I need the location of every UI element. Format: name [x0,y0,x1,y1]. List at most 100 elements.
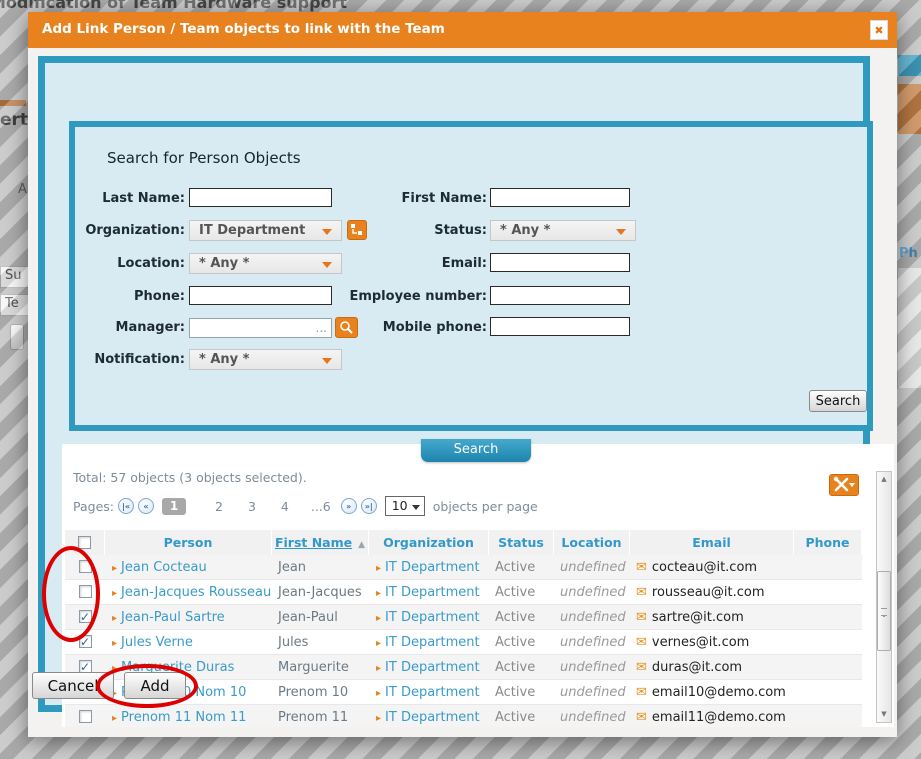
email-cell: email11@demo.com [652,710,786,725]
location-select[interactable]: * Any * [189,253,342,274]
email-cell: sartre@it.com [652,610,744,625]
column-header-phone[interactable]: Phone [794,530,862,555]
add-button[interactable]: Add [124,672,186,699]
organization-link[interactable]: IT Department [385,660,480,675]
organization-select[interactable]: IT Department [189,220,342,241]
dialog-content-panel: Search for Person Objects Last Name: Fir… [38,56,870,712]
search-tab[interactable]: Search [421,439,531,462]
email-cell: vernes@it.com [652,635,749,650]
checkmark-icon: ✓ [80,636,91,648]
phone-cell [794,705,862,727]
next-page-button[interactable]: » [341,498,357,514]
organization-link[interactable]: IT Department [385,610,480,625]
scrollbar-thumb[interactable] [877,571,891,651]
dialog-title: Add Link Person / Team objects to link w… [42,21,445,37]
background-field-fragment-te: Te [0,294,30,316]
email-input[interactable] [490,253,630,272]
email-cell: duras@it.com [652,660,742,675]
table-scrollbar[interactable]: ▲ ▼ [876,471,892,723]
organization-link[interactable]: IT Department [385,685,480,700]
location-cell: undefined [554,555,630,579]
envelope-icon: ✉ [636,710,647,725]
row-checkbox[interactable] [79,710,92,723]
column-header-first-name[interactable]: First Name▲ [272,530,369,555]
last-page-button[interactable]: »| [361,498,377,514]
notification-label: Notification: [75,350,185,370]
email-cell: cocteau@it.com [652,560,757,575]
mobile-phone-input[interactable] [490,317,630,336]
page-size-select[interactable]: 10 [385,496,425,516]
employee-number-input[interactable] [490,286,630,305]
organization-link[interactable]: IT Department [385,585,480,600]
bullet-icon: ▸ [376,663,381,674]
prev-page-button[interactable]: « [138,498,154,514]
status-cell: Active [489,580,554,604]
employee-number-label: Employee number: [337,287,487,307]
prev-page-icon: « [143,502,148,511]
row-checkbox[interactable] [79,560,92,573]
row-checkbox[interactable]: ✓ [79,610,92,623]
location-value: * Any * [199,256,249,271]
organization-label: Organization: [75,221,185,241]
person-link[interactable]: Jean-Paul Sartre [121,610,225,625]
table-row: ▸Jean-Jacques Rousseau Jean-Jacques ▸IT … [65,580,862,605]
mobile-phone-label: Mobile phone: [337,318,487,338]
email-label: Email: [337,254,487,274]
column-header-status[interactable]: Status [489,530,554,555]
chevron-down-icon [412,505,420,510]
location-label: Location: [75,254,185,274]
bullet-icon: ▸ [376,688,381,699]
notification-select[interactable]: * Any * [189,349,342,370]
table-row: ▸Prenom 11 Nom 11 Prenom 11 ▸IT Departme… [65,705,862,727]
organization-link[interactable]: IT Department [385,560,480,575]
form-search-button[interactable]: Search [809,390,867,412]
location-cell: undefined [554,580,630,604]
scroll-up-button[interactable]: ▲ [877,472,891,487]
column-header-organization[interactable]: Organization [369,530,489,555]
background-text-fragment: A [18,182,27,197]
row-checkbox[interactable]: ✓ [79,660,92,673]
location-cell: undefined [554,630,630,654]
page-link-4[interactable]: 4 [281,499,289,514]
current-page-badge: 1 [162,498,186,515]
table-config-button[interactable] [829,474,859,496]
dialog-header: Add Link Person / Team objects to link w… [28,12,897,48]
column-header-person[interactable]: Person [105,530,272,555]
column-header-email[interactable]: Email [630,530,794,555]
manager-ellipsis: ... [316,321,327,335]
email-cell: email10@demo.com [652,685,786,700]
last-name-input[interactable] [189,188,332,207]
cancel-button[interactable]: Cancel [32,672,114,699]
chevron-down-icon [322,358,332,364]
page-link-3[interactable]: 3 [248,499,256,514]
person-link[interactable]: Jean-Jacques Rousseau [121,585,271,600]
scroll-down-button[interactable]: ▼ [877,707,891,722]
row-checkbox[interactable]: ✓ [79,635,92,648]
manager-input[interactable]: ... [189,318,332,338]
first-name-input[interactable] [490,188,630,207]
status-cell: Active [489,680,554,704]
row-checkbox[interactable] [79,585,92,598]
select-all-checkbox[interactable] [78,536,91,549]
phone-input[interactable] [189,286,332,305]
person-link[interactable]: Jules Verne [121,635,193,650]
pages-label: Pages: [73,499,114,514]
table-row: ✓ ▸Jean-Paul Sartre Jean-Paul ▸IT Depart… [65,605,862,630]
close-button[interactable]: ✖ [870,20,888,40]
status-select[interactable]: * Any * [490,220,636,241]
organization-link[interactable]: IT Department [385,710,480,725]
status-cell: Active [489,705,554,727]
page-size-value: 10 [392,498,408,513]
chevron-down-icon [322,262,332,268]
first-name-cell: Jean [272,555,369,579]
organization-link[interactable]: IT Department [385,635,480,650]
column-header-location[interactable]: Location [554,530,630,555]
page-ellipsis[interactable]: ...6 [311,499,331,514]
status-cell: Active [489,630,554,654]
person-link[interactable]: Prenom 11 Nom 11 [121,710,246,725]
first-page-button[interactable]: |« [118,498,134,514]
search-form: Search for Person Objects Last Name: Fir… [69,121,873,431]
envelope-icon: ✉ [636,660,647,675]
page-link-2[interactable]: 2 [215,499,223,514]
person-link[interactable]: Jean Cocteau [121,560,207,575]
